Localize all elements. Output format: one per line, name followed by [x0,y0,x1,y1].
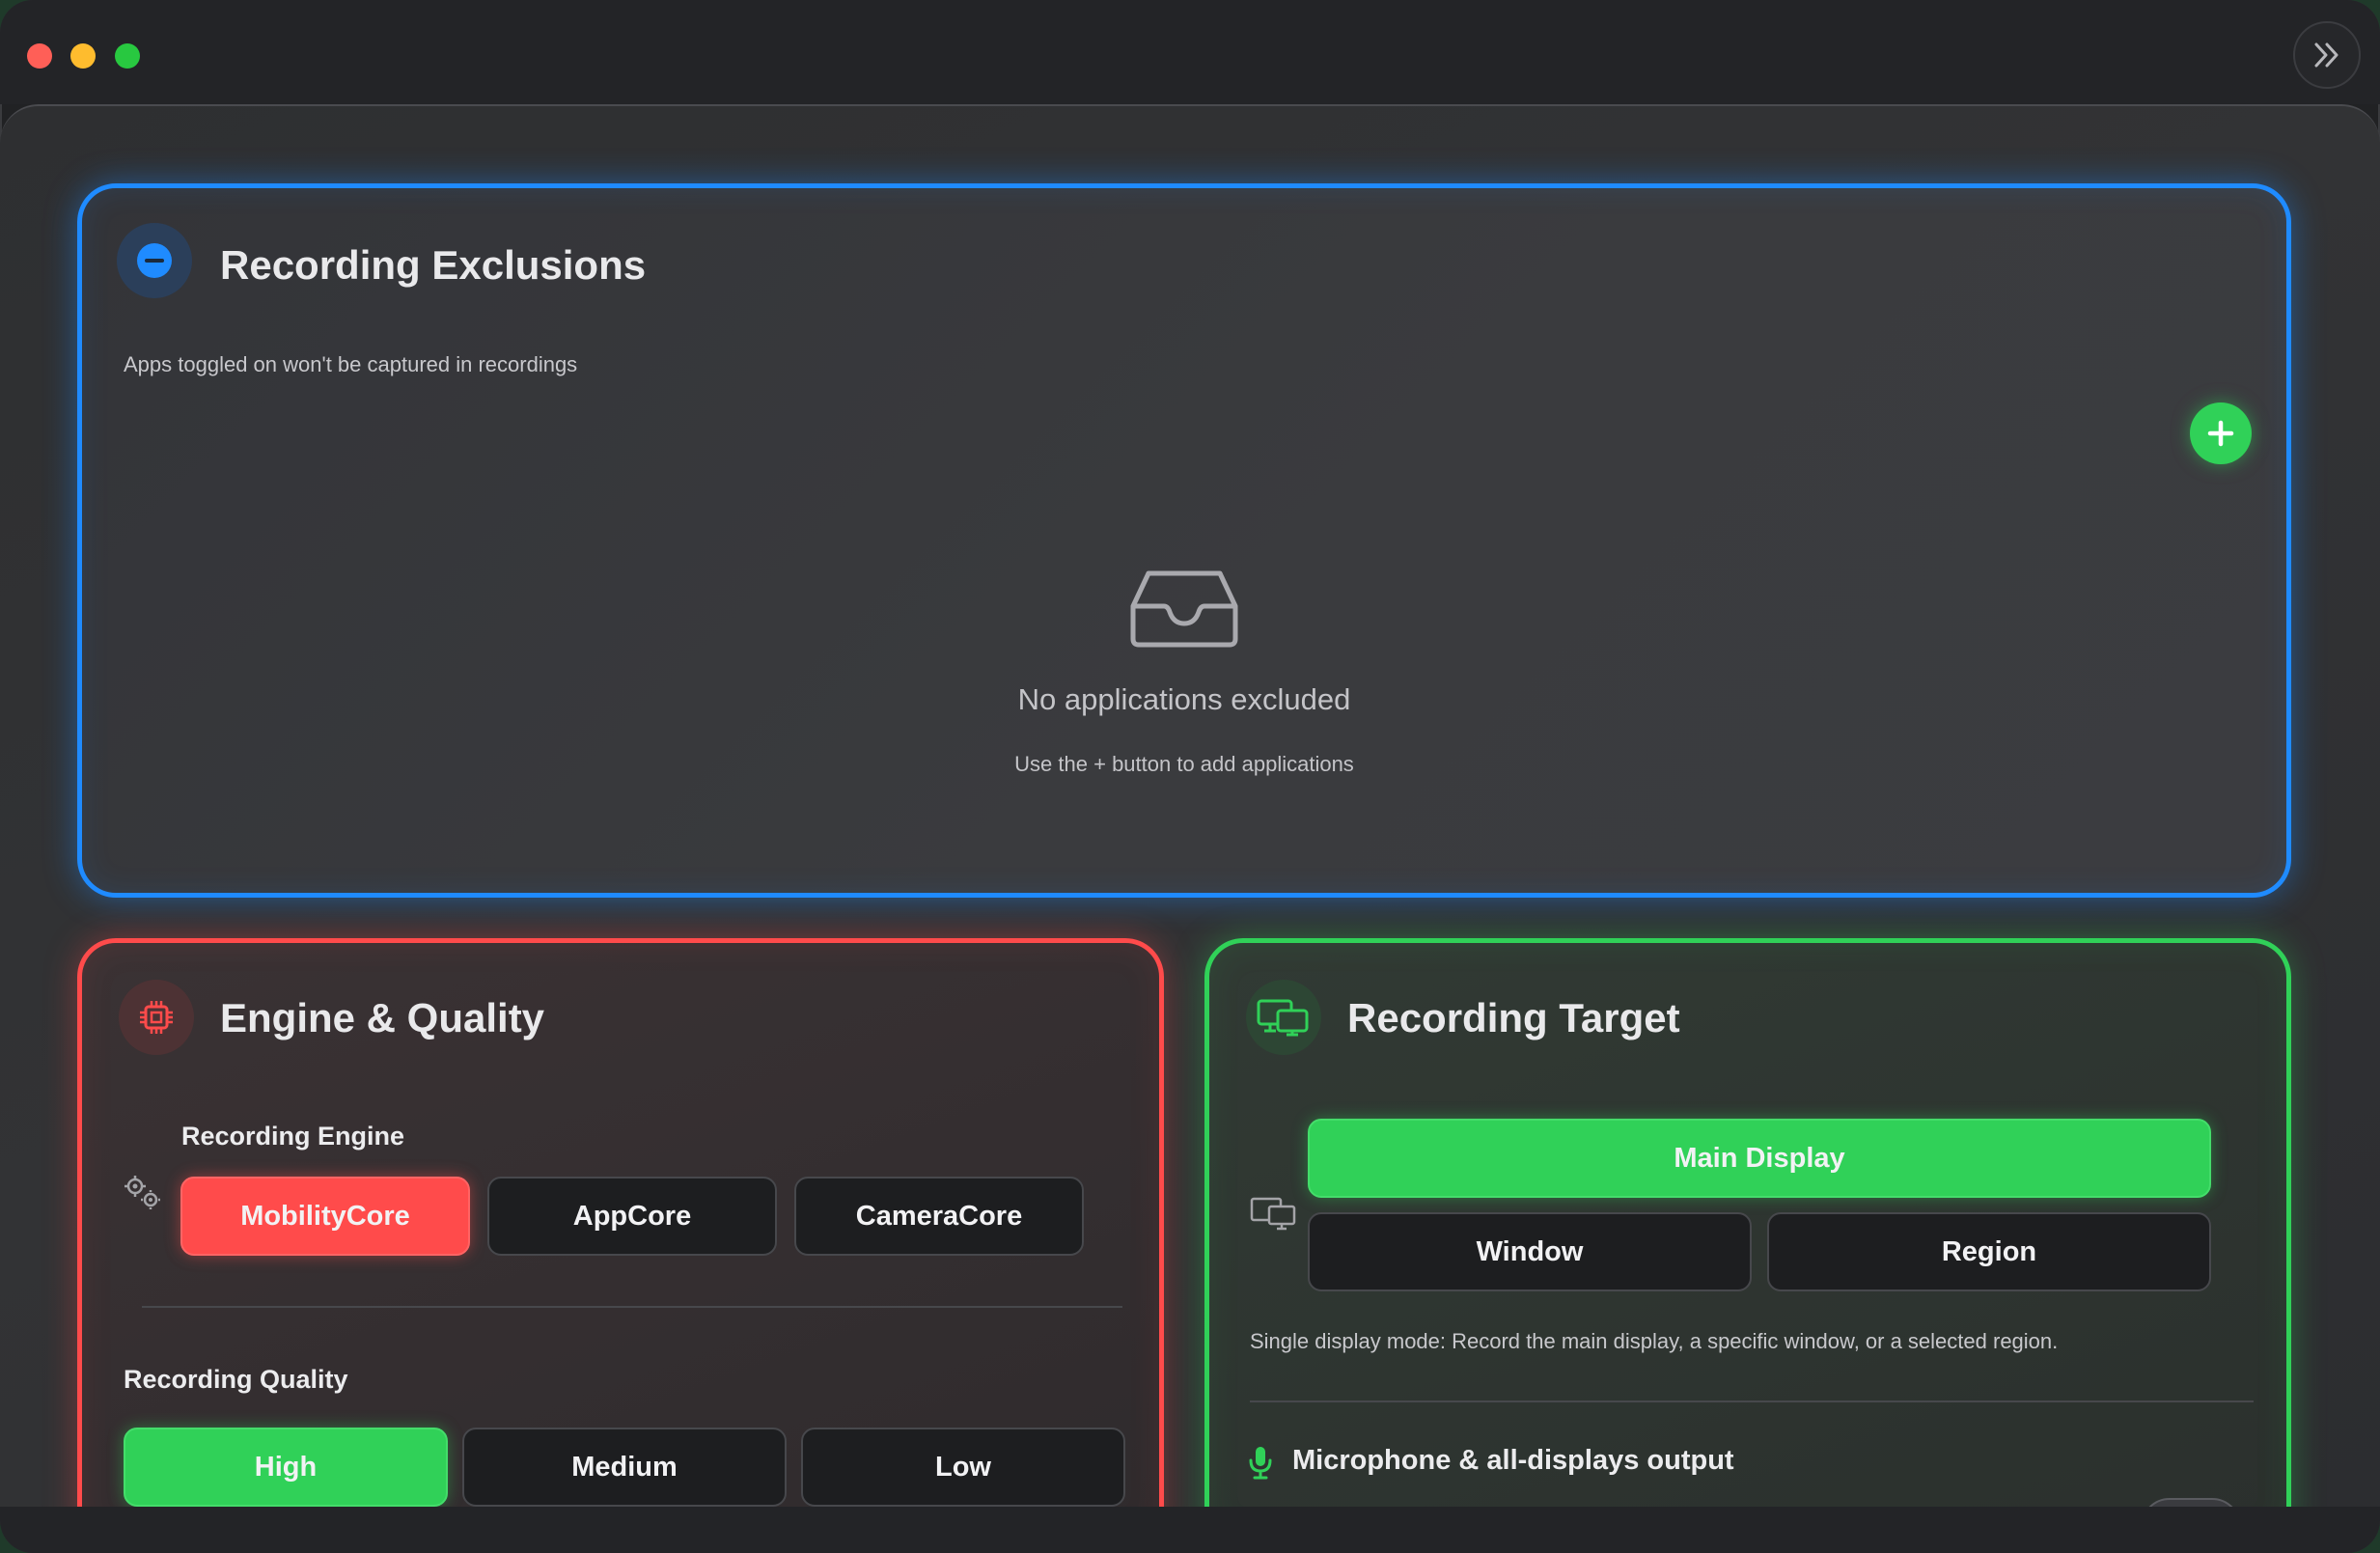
app-window: Recording Exclusions Apps toggled on won… [0,0,2380,1553]
engine-icon-badge [119,980,194,1055]
sidebar-toggle-button[interactable] [2293,21,2361,89]
plus-icon [2207,420,2234,447]
engine-option-mobilitycore[interactable]: MobilityCore [180,1177,470,1256]
window-bottom-edge [0,1507,2380,1553]
microphone-output-label: Microphone & all-displays output [1292,1445,1734,1476]
engine-quality-title: Engine & Quality [220,995,545,1040]
engine-divider [142,1306,1122,1308]
microphone-icon [1249,1447,1272,1480]
recording-target-title: Recording Target [1347,995,1680,1040]
quality-option-medium[interactable]: Medium [462,1428,787,1507]
recording-quality-label: Recording Quality [124,1365,348,1394]
target-option-window[interactable]: Window [1308,1212,1752,1291]
inbox-tray-icon [1130,570,1238,648]
gears-icon [125,1176,160,1209]
recording-engine-label: Recording Engine [181,1122,405,1151]
target-option-region[interactable]: Region [1767,1212,2211,1291]
engine-option-appcore[interactable]: AppCore [487,1177,777,1256]
chevron-double-right-icon [2314,42,2338,68]
target-divider [1250,1400,2254,1402]
minimize-window-button[interactable] [70,43,96,69]
engine-quality-card: Engine & Quality Recording Engine Mobili… [77,938,1164,1537]
exclusions-icon-badge [117,223,192,298]
add-application-button[interactable] [2190,402,2252,464]
close-window-button[interactable] [27,43,52,69]
maximize-window-button[interactable] [115,43,140,69]
minus-circle-icon [137,243,172,278]
exclusions-subtitle: Apps toggled on won't be captured in rec… [124,352,578,376]
empty-state-title: No applications excluded [1017,682,1351,716]
quality-option-low[interactable]: Low [801,1428,1125,1507]
empty-state-hint: Use the + button to add applications [1014,752,1354,776]
display-target-icon [1250,1197,1296,1231]
title-bar [0,0,2380,104]
target-option-main-display[interactable]: Main Display [1308,1119,2211,1198]
recording-exclusions-card: Recording Exclusions Apps toggled on won… [77,183,2291,898]
quality-option-high[interactable]: High [124,1428,448,1507]
target-icon-badge [1246,980,1321,1055]
displays-icon [1257,999,1309,1037]
engine-option-cameracore[interactable]: CameraCore [794,1177,1084,1256]
recording-target-card: Recording Target Main Display Window Reg… [1204,938,2291,1537]
target-mode-description: Single display mode: Record the main dis… [1250,1329,2059,1353]
exclusions-title: Recording Exclusions [220,242,647,288]
cpu-chip-icon [140,1001,173,1034]
